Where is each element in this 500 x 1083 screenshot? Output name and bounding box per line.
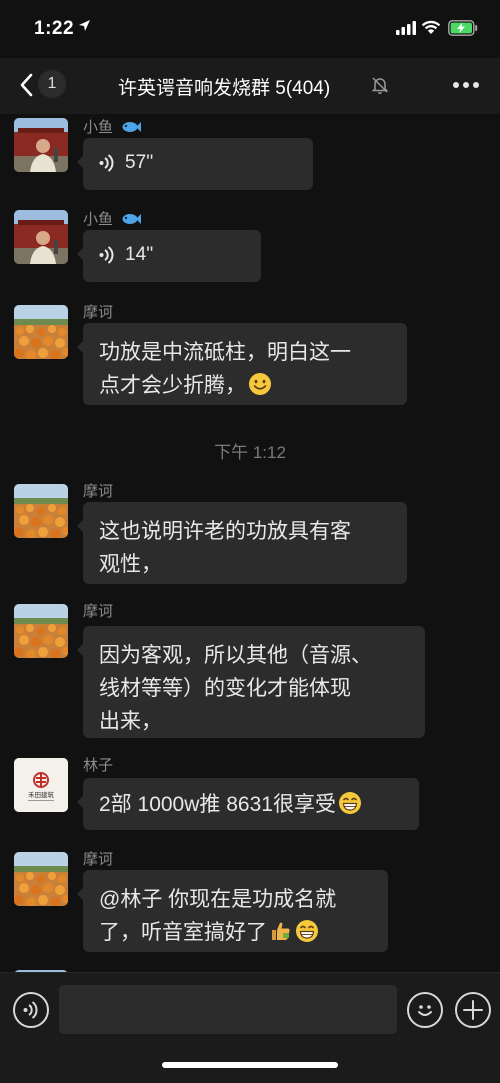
status-bar: 1:22 [0, 0, 500, 58]
message-line: 了，听音室搞好了 [99, 916, 372, 953]
message-line: 线材等等）的变化才能体现 [99, 677, 351, 700]
message-line: 点才会少折腾， [99, 369, 391, 406]
message-list[interactable]: 小鱼 57'' 小鱼 14'' 摩诃 功放是中流砥柱，明白这一 点才会少折腾， … [0, 114, 500, 972]
avatar-mohe[interactable] [14, 484, 68, 538]
sender-name: 摩诃 [83, 304, 114, 321]
location-arrow-icon [78, 19, 91, 37]
text-message-bubble[interactable]: @林子 你现在是功成名就 了，听音室搞好了 [77, 870, 388, 953]
emoji-button[interactable] [407, 992, 443, 1028]
cellular-signal-icon [396, 21, 416, 40]
voice-input-button[interactable] [13, 992, 49, 1028]
avatar-linzi[interactable]: 禾田建筑 [14, 758, 68, 812]
smile-emoji-icon [248, 372, 272, 406]
avatar-mohe[interactable] [14, 305, 68, 359]
voice-wave-icon [99, 245, 115, 271]
chat-header: 1 许英谔音响发烧群 5(404) [0, 58, 500, 114]
voice-duration: 57'' [125, 152, 154, 173]
avatar-mohe[interactable] [14, 604, 68, 658]
wifi-icon [421, 20, 441, 40]
sender-name: 小鱼 [83, 208, 142, 229]
voice-wave-icon [99, 153, 115, 179]
message-line: 功放是中流砥柱，明白这一 [99, 341, 351, 364]
voice-wave-icon [23, 1001, 38, 1019]
more-options-button[interactable] [453, 82, 481, 90]
back-button[interactable]: 1 [14, 70, 70, 102]
sender-name: 小鱼 [83, 116, 142, 137]
message-line: 观性， [99, 553, 162, 576]
message-line: 2部 1000w推 8631很享受 [99, 793, 336, 816]
message-input[interactable] [59, 985, 397, 1034]
text-message-bubble[interactable]: 因为客观，所以其他（音源、 线材等等）的变化才能体现 出来， [77, 626, 425, 738]
message-line: 因为客观，所以其他（音源、 [99, 644, 372, 667]
fish-emoji-icon [121, 212, 142, 229]
voice-message-bubble[interactable]: 14'' [77, 230, 261, 282]
voice-message-bubble[interactable]: 57'' [77, 138, 313, 190]
emoji-icon [418, 1005, 432, 1016]
message-line: @林子 你现在是功成名就 [99, 888, 337, 911]
battery-charging-icon [448, 20, 478, 41]
grin-emoji-icon [338, 791, 362, 822]
sender-name: 林子 [83, 757, 114, 774]
plus-icon [463, 1000, 483, 1020]
thumbs-up-emoji-icon [269, 919, 293, 953]
unread-count-badge: 1 [38, 70, 66, 98]
sender-name: 摩诃 [83, 851, 114, 868]
fish-emoji-icon [121, 120, 142, 137]
logo-text: 禾田建筑 [28, 790, 55, 799]
voice-duration: 14'' [125, 244, 154, 265]
chat-title: 许英谔音响发烧群 5(404) [118, 78, 331, 99]
grin-emoji-icon [295, 919, 319, 953]
more-dots-icon [453, 82, 459, 88]
avatar-xiaoyu[interactable] [14, 210, 68, 264]
more-actions-button[interactable] [455, 992, 491, 1028]
home-indicator[interactable] [162, 1062, 338, 1068]
message-timestamp: 下午 1:12 [214, 443, 286, 462]
text-message-bubble[interactable]: 2部 1000w推 8631很享受 [77, 778, 419, 830]
bell-off-icon [371, 76, 389, 99]
text-message-bubble[interactable]: 这也说明许老的功放具有客 观性， [77, 502, 407, 584]
text-message-bubble[interactable]: 功放是中流砥柱，明白这一 点才会少折腾， [77, 323, 407, 406]
message-line: 这也说明许老的功放具有客 [99, 520, 351, 543]
avatar-mohe[interactable] [14, 852, 68, 906]
sender-name: 摩诃 [83, 483, 114, 500]
avatar-xiaoyu[interactable] [14, 118, 68, 172]
message-line: 出来， [99, 710, 162, 733]
chevron-left-icon [20, 73, 34, 102]
status-time: 1:22 [34, 18, 75, 39]
sender-name: 摩诃 [83, 603, 114, 620]
